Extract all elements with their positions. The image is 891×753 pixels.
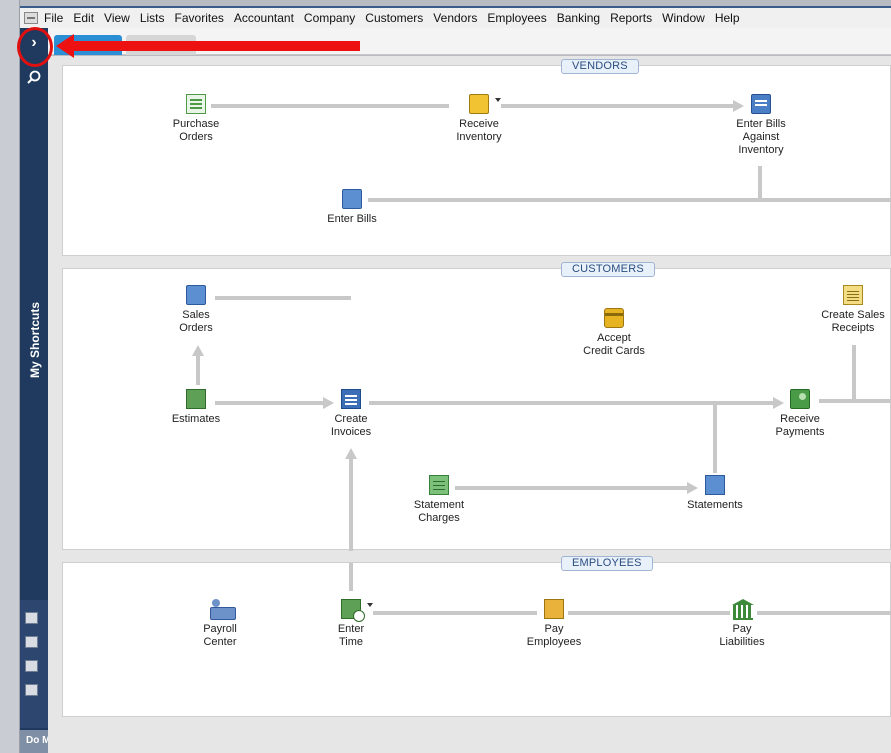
flow-arrow: [345, 448, 357, 459]
enter-time-node[interactable]: Enter Time: [296, 599, 406, 649]
flow-line: [368, 198, 891, 202]
statement-charges-icon: [429, 475, 449, 495]
receive-inventory-icon: [469, 94, 489, 114]
customers-section: CUSTOMERS Sales Orders Accept Credit Car…: [62, 262, 891, 551]
bill-against-inventory-icon: [751, 94, 771, 114]
create-sales-receipts-node[interactable]: Create Sales Receipts: [798, 285, 891, 335]
open-windows-icon[interactable]: [25, 612, 38, 624]
node-label: Sales Orders: [179, 309, 213, 334]
node-label: Accept Credit Cards: [583, 332, 645, 357]
purchase-order-icon: [186, 94, 206, 114]
node-label: Statements: [687, 499, 743, 511]
enter-time-dropdown-icon[interactable]: [367, 603, 373, 607]
paycheck-icon: [544, 599, 564, 619]
node-label: Pay Liabilities: [719, 623, 765, 648]
estimate-icon: [186, 389, 206, 409]
receive-inventory-dropdown-icon[interactable]: [495, 98, 501, 102]
enter-bills-node[interactable]: Enter Bills: [297, 189, 407, 226]
vendors-section-label: VENDORS: [561, 59, 639, 74]
desktop-edge: [0, 0, 20, 753]
node-label: Enter Time: [337, 623, 365, 648]
menu-edit[interactable]: Edit: [73, 11, 94, 25]
pay-employees-node[interactable]: Pay Employees: [499, 599, 609, 649]
flow-line: [349, 459, 353, 551]
annotation-circle: [17, 27, 53, 67]
node-label: Payroll Center: [203, 623, 237, 648]
timesheet-icon: [341, 599, 365, 622]
node-label: Statement Charges: [413, 499, 465, 524]
reports-chart-icon[interactable]: [25, 660, 38, 672]
menu-vendors[interactable]: Vendors: [433, 11, 477, 25]
node-label: Enter Bills Against Inventory: [736, 118, 786, 156]
flow-line: [758, 166, 762, 200]
my-shortcuts-label[interactable]: My Shortcuts: [28, 285, 42, 395]
create-invoices-node[interactable]: Create Invoices: [296, 389, 406, 439]
annotation-arrow: [66, 41, 360, 51]
vendors-section: VENDORS Purchase Orders Receive Inventor…: [62, 59, 891, 256]
employees-section: EMPLOYEES Payroll Center Enter Time Pay …: [62, 556, 891, 717]
node-label: Create Sales Receipts: [821, 309, 885, 334]
node-label: Create Invoices: [330, 413, 372, 438]
menu-help[interactable]: Help: [715, 11, 740, 25]
enter-bills-against-inventory-node[interactable]: Enter Bills Against Inventory: [706, 94, 816, 157]
sales-receipt-icon: [843, 285, 863, 305]
statement-charges-node[interactable]: Statement Charges: [384, 475, 494, 525]
menu-bar: File Edit View Lists Favorites Accountan…: [20, 6, 891, 28]
menu-favorites[interactable]: Favorites: [175, 11, 224, 25]
statements-node[interactable]: Statements: [660, 475, 770, 512]
invoice-icon: [341, 389, 361, 409]
menu-accountant[interactable]: Accountant: [234, 11, 294, 25]
payment-icon: [790, 389, 810, 409]
sidebar-bottom-panel: [20, 600, 48, 728]
flow-line: [501, 104, 741, 108]
receive-inventory-node[interactable]: Receive Inventory: [424, 94, 534, 144]
flow-line: [196, 355, 200, 385]
credit-card-icon: [604, 308, 624, 328]
sales-order-icon: [186, 285, 206, 305]
estimates-node[interactable]: Estimates: [141, 389, 251, 426]
node-label: Receive Inventory: [456, 118, 502, 143]
flow-arrow: [192, 345, 204, 356]
menu-reports[interactable]: Reports: [610, 11, 652, 25]
statements-icon: [705, 475, 725, 495]
menu-file[interactable]: File: [44, 11, 63, 25]
node-label: Enter Bills: [327, 213, 377, 225]
receive-payments-node[interactable]: Receive Payments: [745, 389, 855, 439]
flow-line: [349, 563, 353, 591]
left-icon-bar: › My Shortcuts Do M: [20, 28, 48, 753]
payroll-center-node[interactable]: Payroll Center: [165, 599, 275, 649]
menu-company[interactable]: Company: [304, 11, 355, 25]
menu-banking[interactable]: Banking: [557, 11, 600, 25]
node-label: Estimates: [171, 413, 221, 425]
bank-icon: [732, 599, 754, 620]
sales-orders-node[interactable]: Sales Orders: [141, 285, 251, 335]
app-menu-icon[interactable]: [24, 12, 38, 24]
employees-section-label: EMPLOYEES: [561, 556, 653, 571]
flow-line: [713, 403, 717, 473]
enter-bills-icon: [342, 189, 362, 209]
quickbooks-window: File Edit View Lists Favorites Accountan…: [0, 0, 891, 753]
annotation-arrow-head: [56, 34, 74, 58]
view-balances-icon[interactable]: [25, 684, 38, 696]
menu-customers[interactable]: Customers: [365, 11, 423, 25]
accept-credit-cards-node[interactable]: Accept Credit Cards: [559, 308, 669, 358]
search-icon[interactable]: [24, 68, 44, 88]
node-label: Receive Payments: [775, 413, 825, 438]
purchase-orders-node[interactable]: Purchase Orders: [141, 94, 251, 144]
node-label: Pay Employees: [526, 623, 582, 648]
menu-view[interactable]: View: [104, 11, 130, 25]
menu-window[interactable]: Window: [662, 11, 705, 25]
customers-section-label: CUSTOMERS: [561, 262, 655, 277]
sidebar-footer-link[interactable]: Do M: [20, 730, 48, 753]
payroll-center-icon: [210, 599, 236, 620]
home-page: VENDORS Purchase Orders Receive Inventor…: [48, 56, 891, 753]
menu-employees[interactable]: Employees: [487, 11, 546, 25]
shortcuts-list-icon[interactable]: [25, 636, 38, 648]
node-label: Purchase Orders: [172, 118, 220, 143]
menu-lists[interactable]: Lists: [140, 11, 165, 25]
pay-liabilities-node[interactable]: Pay Liabilities: [687, 599, 797, 649]
